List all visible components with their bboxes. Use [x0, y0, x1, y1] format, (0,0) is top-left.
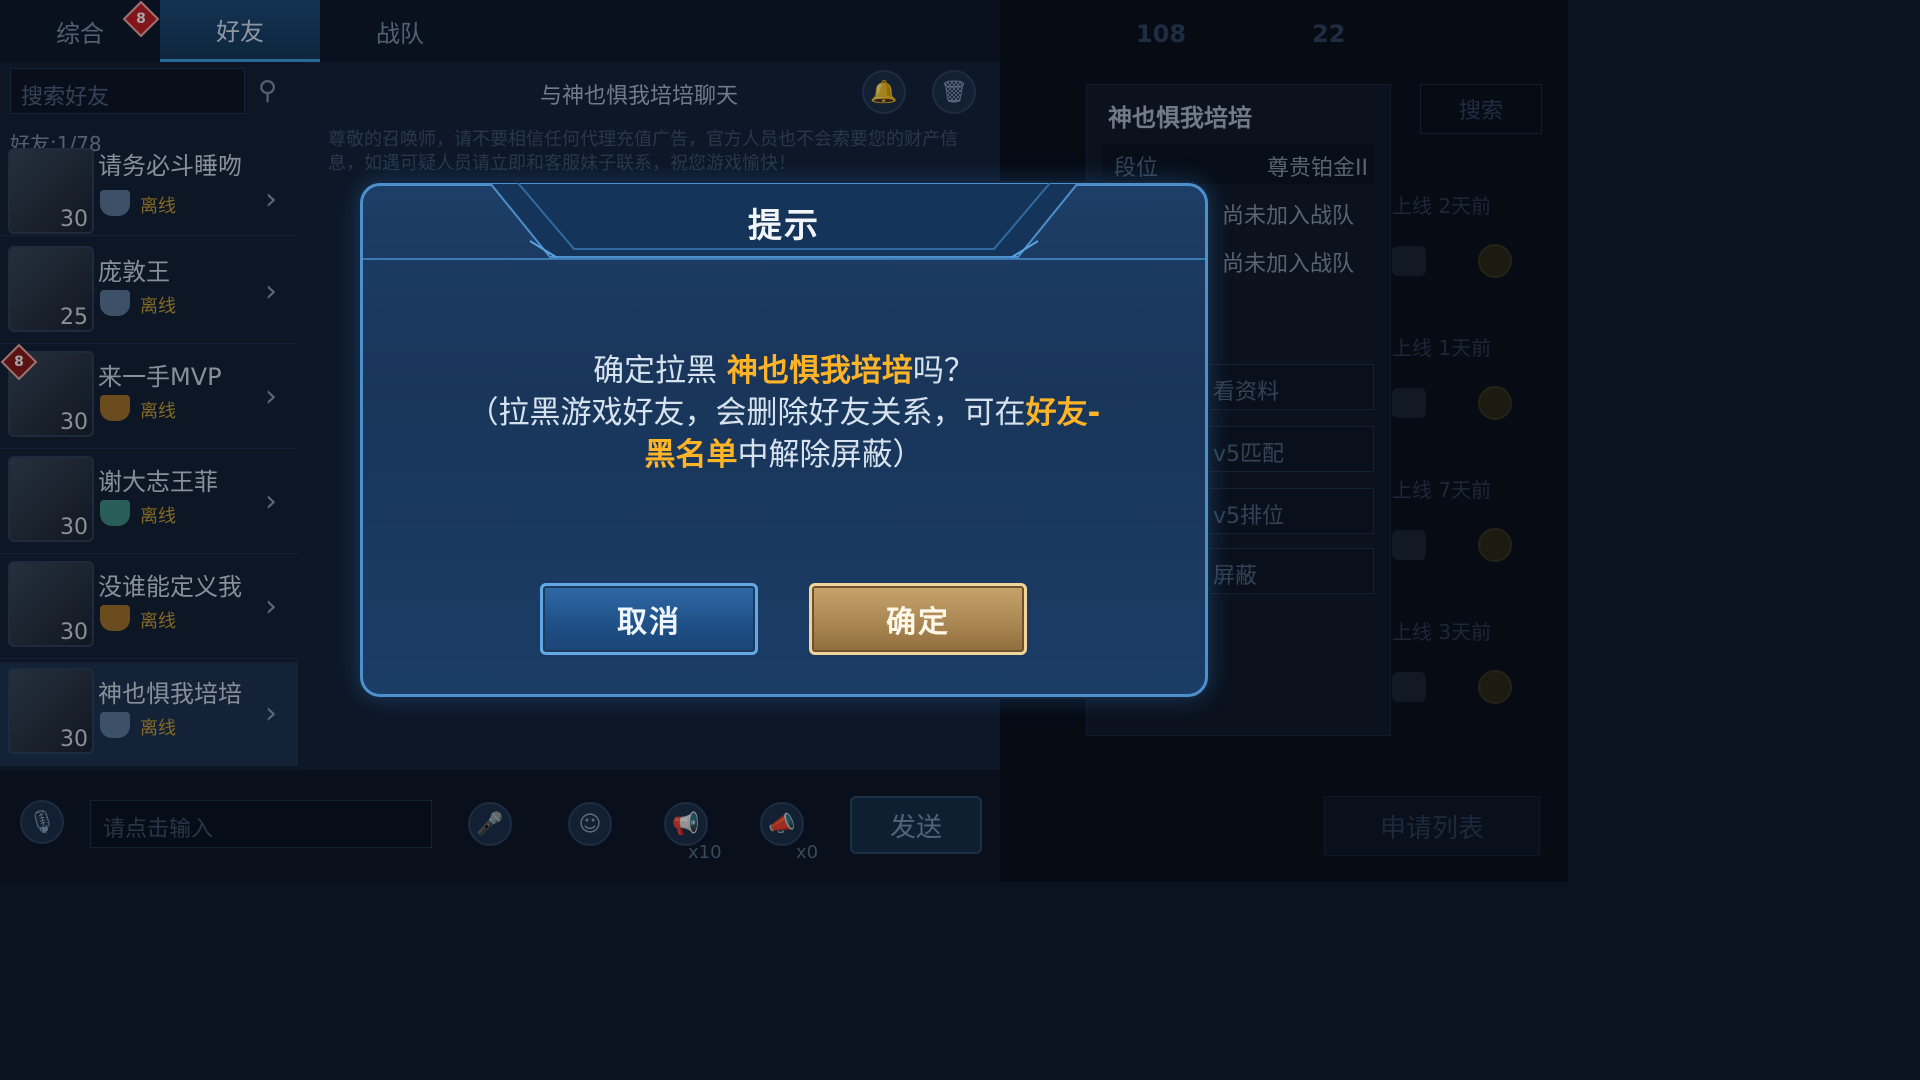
- highlight-text: 黑名单: [644, 437, 738, 473]
- highlight-text: 好友-: [1025, 395, 1101, 431]
- dialog-header-divider: [363, 258, 1205, 260]
- dialog-message-line-3: 黑名单中解除屏蔽）: [360, 434, 1208, 476]
- message-text: 中解除屏蔽）: [737, 437, 924, 473]
- message-text: （拉黑游戏好友，会删除好友关系，可在: [467, 395, 1026, 431]
- target-player-name: 神也惧我培培: [726, 353, 913, 389]
- cancel-button[interactable]: 取消: [540, 583, 758, 655]
- message-text: 确定拉黑: [593, 353, 727, 389]
- dialog-message-line-2: （拉黑游戏好友，会删除好友关系，可在好友-: [360, 392, 1208, 434]
- confirm-button[interactable]: 确定: [809, 583, 1027, 655]
- dialog-message-line-1: 确定拉黑 神也惧我培培吗？: [360, 350, 1208, 392]
- message-text: 吗？: [912, 353, 975, 389]
- dialog-title: 提示: [748, 206, 820, 246]
